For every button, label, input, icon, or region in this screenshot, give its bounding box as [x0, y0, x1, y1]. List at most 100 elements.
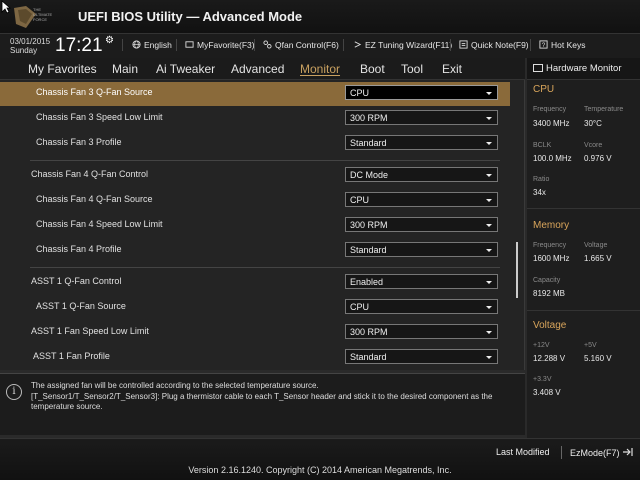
favorite-folder-icon	[185, 41, 194, 48]
cpu-temperature-label: Temperature	[584, 106, 624, 113]
ezmode-label: EzMode(F7)	[570, 448, 620, 458]
setting-label: ASST 1 Fan Profile	[33, 351, 110, 361]
setting-row[interactable]: Chassis Fan 4 Profile Standard	[0, 239, 510, 263]
dropdown-value: CPU	[350, 88, 370, 98]
help-line-2: [T_Sensor1/T_Sensor2/T_Sensor3]: Plug a …	[31, 391, 493, 412]
svg-text:?: ?	[542, 42, 546, 49]
clock-time[interactable]: 17:21	[55, 35, 103, 57]
section-divider	[527, 208, 640, 209]
app-title: UEFI BIOS Utility — Advanced Mode	[78, 9, 303, 24]
setting-dropdown[interactable]: CPU	[345, 299, 498, 314]
myfavorite-button[interactable]: MyFavorite(F3)	[184, 40, 255, 50]
setting-dropdown[interactable]: 300 RPM	[345, 110, 498, 125]
main-panel: My Favorites Main Ai Tweaker Advanced Mo…	[0, 58, 525, 370]
setting-label: Chassis Fan 3 Q-Fan Source	[36, 87, 153, 97]
help-panel: i The assigned fan will be controlled ac…	[0, 373, 525, 435]
tab-my-favorites[interactable]: My Favorites	[28, 62, 97, 76]
language-button[interactable]: English	[131, 40, 172, 50]
help-line-1: The assigned fan will be controlled acco…	[31, 381, 319, 390]
tab-boot[interactable]: Boot	[360, 62, 385, 76]
cpu-temperature-value: 30°C	[584, 119, 602, 128]
copyright-text: Version 2.16.1240. Copyright (C) 2014 Am…	[188, 465, 452, 475]
globe-icon	[132, 40, 141, 49]
hot-keys-label: Hot Keys	[551, 40, 586, 50]
setting-row[interactable]: Chassis Fan 3 Profile Standard	[0, 132, 510, 156]
setting-row[interactable]: ASST 1 Q-Fan Control Enabled	[0, 271, 510, 295]
ez-tuning-wizard-button[interactable]: EZ Tuning Wizard(F11)	[352, 40, 452, 50]
chevron-down-icon	[486, 174, 492, 177]
setting-dropdown[interactable]: DC Mode	[345, 167, 498, 182]
setting-dropdown[interactable]: 300 RPM	[345, 324, 498, 339]
setting-dropdown[interactable]: Enabled	[345, 274, 498, 289]
bottom-bar: Last Modified EzMode(F7) Version 2.16.12…	[0, 438, 640, 480]
v33-value: 3.408 V	[533, 388, 561, 397]
memory-frequency-value: 1600 MHz	[533, 254, 570, 263]
divider	[122, 39, 123, 51]
bclk-value: 100.0 MHz	[533, 154, 572, 163]
tab-tool[interactable]: Tool	[401, 62, 423, 76]
cpu-frequency-value: 3400 MHz	[533, 119, 570, 128]
ezmode-button[interactable]: EzMode(F7)	[570, 447, 634, 458]
dropdown-value: DC Mode	[350, 170, 389, 180]
setting-dropdown[interactable]: Standard	[345, 349, 498, 364]
setting-row[interactable]: ASST 1 Q-Fan Source CPU	[0, 296, 510, 320]
setting-label: Chassis Fan 4 Profile	[36, 244, 122, 254]
quick-note-button[interactable]: Quick Note(F9)	[458, 40, 529, 50]
tab-main[interactable]: Main	[112, 62, 138, 76]
monitor-icon	[533, 64, 543, 72]
setting-label: Chassis Fan 4 Q-Fan Source	[36, 194, 153, 204]
setting-row[interactable]: ASST 1 Fan Speed Low Limit 300 RPM	[0, 321, 510, 345]
v5-value: 5.160 V	[584, 354, 612, 363]
dropdown-value: Enabled	[350, 277, 384, 287]
chevron-down-icon	[486, 281, 492, 284]
cpu-frequency-label: Frequency	[533, 106, 567, 113]
note-icon	[459, 40, 468, 49]
scrollbar[interactable]	[516, 242, 518, 298]
wizard-icon	[354, 41, 362, 48]
setting-dropdown[interactable]: Standard	[345, 242, 498, 257]
setting-row-selected[interactable]: Chassis Fan 3 Q-Fan Source CPU	[0, 82, 510, 106]
setting-dropdown[interactable]: CPU	[345, 192, 498, 207]
memory-voltage-value: 1.665 V	[584, 254, 612, 263]
info-icon: i	[6, 384, 22, 400]
chevron-down-icon	[486, 249, 492, 252]
divider	[450, 39, 451, 51]
tab-ai-tweaker[interactable]: Ai Tweaker	[156, 62, 215, 76]
tab-monitor[interactable]: Monitor	[300, 62, 340, 76]
v12-label: +12V	[533, 342, 550, 349]
setting-row[interactable]: Chassis Fan 4 Q-Fan Source CPU	[0, 189, 510, 213]
quick-note-label: Quick Note(F9)	[471, 40, 529, 50]
dropdown-value: 300 RPM	[350, 327, 388, 337]
divider	[561, 446, 562, 459]
memory-heading: Memory	[533, 220, 570, 231]
tab-exit[interactable]: Exit	[442, 62, 462, 76]
qfan-control-button[interactable]: Qfan Control(F6)	[262, 40, 339, 50]
help-icon: ?	[539, 40, 548, 49]
setting-dropdown[interactable]: 300 RPM	[345, 217, 498, 232]
hardware-monitor-title: Hardware Monitor	[546, 63, 622, 74]
v33-label: +3.3V	[533, 376, 552, 383]
last-modified-button[interactable]: Last Modified	[496, 447, 550, 457]
menu-tabs: My Favorites Main Ai Tweaker Advanced Mo…	[0, 58, 525, 80]
logo-text: THE ULTIMATE FORCE	[33, 7, 52, 22]
hot-keys-button[interactable]: ? Hot Keys	[538, 40, 586, 50]
setting-dropdown[interactable]: CPU	[345, 85, 498, 100]
settings-gear-icon[interactable]: ⚙	[105, 35, 114, 46]
group-divider	[30, 160, 500, 161]
dropdown-value: Standard	[350, 138, 387, 148]
capacity-label: Capacity	[533, 277, 561, 284]
exit-arrow-icon	[622, 448, 633, 456]
ez-tuning-label: EZ Tuning Wizard(F11)	[365, 40, 453, 50]
setting-row[interactable]: Chassis Fan 4 Q-Fan Control DC Mode	[0, 164, 510, 188]
setting-row[interactable]: Chassis Fan 4 Speed Low Limit 300 RPM	[0, 214, 510, 238]
title-bar: THE ULTIMATE FORCE UEFI BIOS Utility — A…	[0, 0, 640, 34]
setting-label: ASST 1 Q-Fan Source	[36, 301, 126, 311]
setting-dropdown[interactable]: Standard	[345, 135, 498, 150]
group-divider	[30, 267, 500, 268]
dropdown-value: 300 RPM	[350, 113, 388, 123]
help-text: The assigned fan will be controlled acco…	[31, 381, 511, 413]
setting-row[interactable]: ASST 1 Fan Profile Standard	[0, 346, 510, 370]
bclk-label: BCLK	[533, 142, 552, 149]
setting-row[interactable]: Chassis Fan 3 Speed Low Limit 300 RPM	[0, 107, 510, 131]
tab-advanced[interactable]: Advanced	[231, 62, 284, 76]
